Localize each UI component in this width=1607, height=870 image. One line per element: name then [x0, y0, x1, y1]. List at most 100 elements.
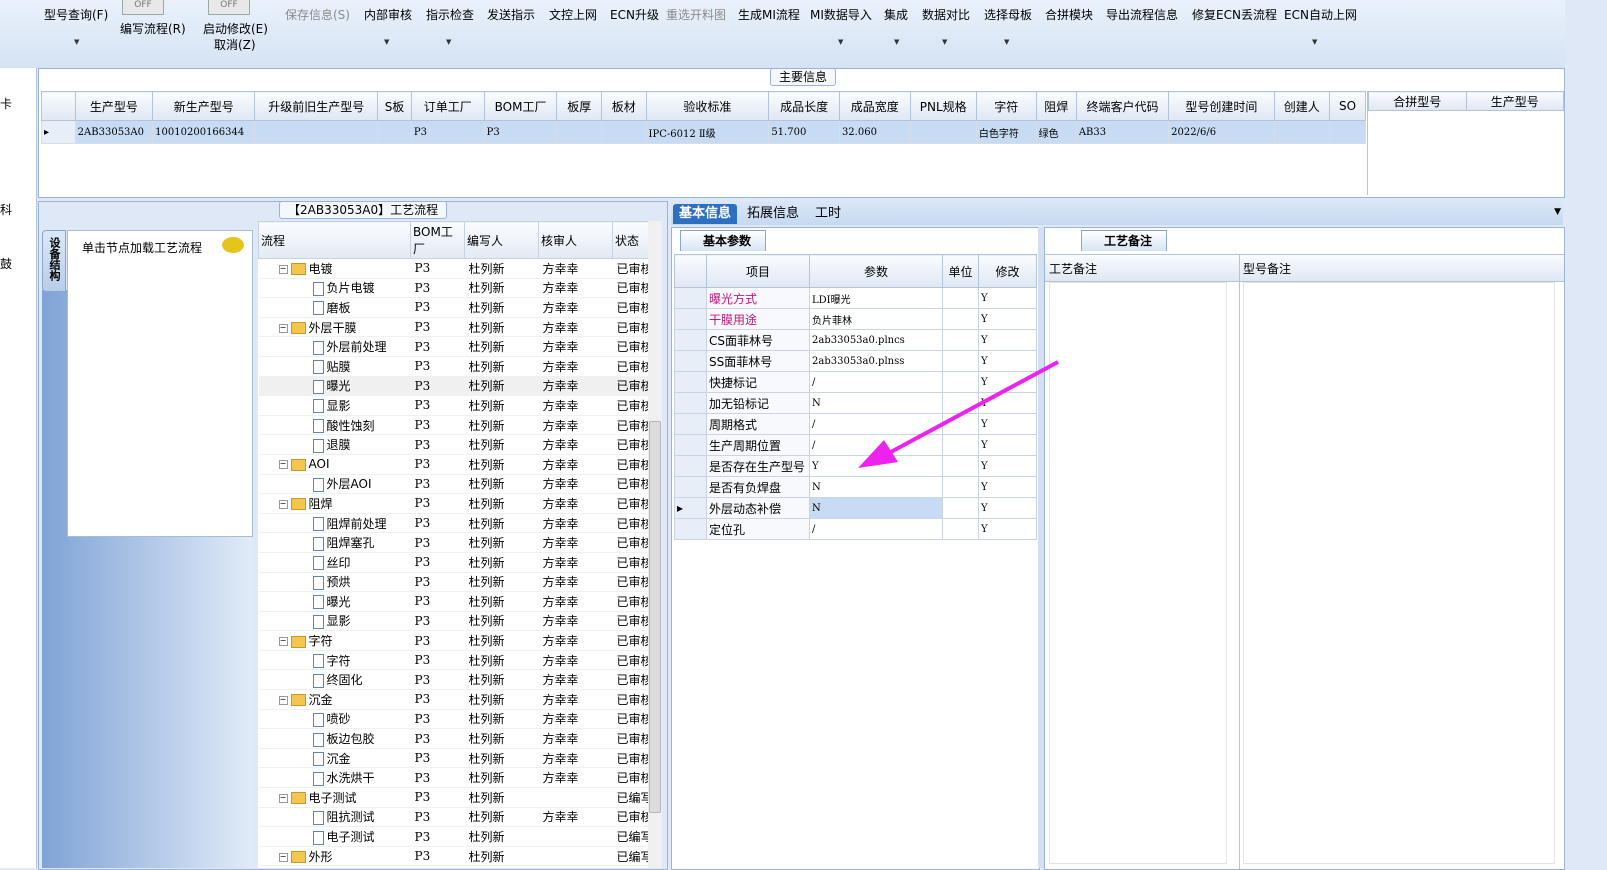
- model-note-textarea[interactable]: [1243, 282, 1555, 864]
- table-cell[interactable]: [1273, 120, 1330, 144]
- row-header[interactable]: [674, 455, 707, 477]
- table-cell[interactable]: 2AB33053A0: [74, 120, 154, 144]
- col-header-flow[interactable]: 流程: [258, 221, 411, 259]
- col-header-main[interactable]: SO: [1328, 91, 1367, 121]
- col-header-main[interactable]: 新生产型号: [152, 91, 256, 121]
- tab-work-hours[interactable]: 工时: [809, 204, 847, 224]
- process-tree-row[interactable]: − 外形 P3杜列新 已编写: [258, 846, 648, 867]
- process-tree-row[interactable]: 阻抗测试 P3杜列新方幸幸已审核: [258, 807, 648, 828]
- col-header-main[interactable]: PNL规格: [909, 91, 977, 121]
- toolbar-button-repair-ecn[interactable]: 修复ECN丢流程: [1192, 6, 1277, 23]
- process-tree-row[interactable]: 曝光 P3杜列新方幸幸已审核: [258, 376, 648, 397]
- col-header-model-note[interactable]: 型号备注: [1243, 260, 1291, 277]
- row-header[interactable]: [674, 413, 707, 435]
- toolbar-button-mi-import[interactable]: MI数据导入 ▼: [810, 6, 872, 46]
- process-tree-row[interactable]: 外层前处理 P3杜列新方幸幸已审核: [258, 336, 648, 357]
- left-nav-item[interactable]: 鼓: [0, 254, 34, 274]
- row-header[interactable]: [674, 308, 707, 330]
- col-header-main[interactable]: 升级前旧生产型号: [254, 91, 379, 121]
- col-header-main[interactable]: 生产型号: [74, 91, 154, 121]
- device-structure-tab[interactable]: 设备结构: [42, 230, 66, 292]
- col-header-param[interactable]: 参数: [809, 254, 943, 288]
- process-tree-row[interactable]: 预烘 P3杜列新方幸幸已审核: [258, 572, 648, 593]
- toggle-switch[interactable]: OFF: [208, 0, 250, 15]
- table-cell[interactable]: 32.060: [838, 120, 911, 144]
- process-tree-row[interactable]: − 电子测试 P3杜列新 已编写: [258, 787, 648, 808]
- tab-basic-info[interactable]: 基本信息: [673, 204, 738, 224]
- process-tree-row[interactable]: − AOI P3杜列新方幸幸已审核: [258, 454, 648, 475]
- toolbar-button-compare[interactable]: 数据对比 ▼: [922, 6, 970, 46]
- process-notes-tab[interactable]: 工艺备注: [1081, 230, 1168, 251]
- table-cell[interactable]: [377, 120, 412, 144]
- process-tree-row[interactable]: 电子测试 P3杜列新 已编写: [258, 826, 648, 847]
- col-header-process-note[interactable]: 工艺备注: [1049, 260, 1097, 277]
- toolbar-button-integrate[interactable]: 集成 ▼: [884, 6, 908, 46]
- process-tree-row[interactable]: 负片电镀 P3杜列新方幸幸已审核: [258, 278, 648, 299]
- row-header[interactable]: [674, 287, 707, 309]
- process-hint-box[interactable]: 单击节点加载工艺流程: [67, 230, 253, 537]
- table-cell[interactable]: P3: [410, 120, 485, 144]
- left-nav-item[interactable]: 卡: [0, 94, 34, 114]
- table-cell[interactable]: 白色字符: [975, 120, 1037, 144]
- collapse-icon[interactable]: −: [278, 499, 288, 509]
- process-tree-row[interactable]: 曝光 P3杜列新方幸幸已审核: [258, 591, 648, 612]
- collapse-icon[interactable]: −: [278, 637, 288, 647]
- process-tree-row[interactable]: 磨板 P3杜列新方幸幸已审核: [258, 297, 648, 318]
- toolbar-button-ecn-auto[interactable]: ECN自动上网 ▼: [1284, 6, 1357, 46]
- toolbar-button-merge[interactable]: 合拼模块: [1045, 6, 1093, 23]
- toolbar-button-reselect[interactable]: 重选开料图: [666, 6, 726, 23]
- col-header-main[interactable]: 成品长度: [768, 91, 840, 121]
- process-tree-row[interactable]: − 阻焊 P3杜列新方幸幸已审核: [258, 493, 648, 514]
- toolbar-button-internal-review[interactable]: 内部审核 ▼: [364, 6, 412, 46]
- col-header-main[interactable]: 阻焊: [1035, 91, 1077, 121]
- table-cell[interactable]: IPC-6012 Ⅱ级: [645, 120, 770, 144]
- col-header-main[interactable]: 验收标准: [645, 91, 770, 121]
- param-row[interactable]: 干膜用途 负片菲林 Y: [674, 308, 1037, 330]
- left-nav-item[interactable]: 科: [0, 200, 34, 220]
- collapse-icon[interactable]: −: [278, 264, 288, 274]
- table-cell[interactable]: [909, 120, 977, 144]
- tab-extended-info[interactable]: 拓展信息: [741, 204, 805, 224]
- param-value-cell[interactable]: 负片菲林: [809, 308, 943, 330]
- col-header-main[interactable]: 型号创建时间: [1168, 91, 1275, 121]
- col-header-main[interactable]: 成品宽度: [838, 91, 911, 121]
- collapse-icon[interactable]: −: [278, 695, 288, 705]
- table-cell[interactable]: AB33: [1075, 120, 1170, 144]
- toggle-switch[interactable]: OFF: [122, 0, 164, 15]
- table-cell[interactable]: 10010200166344: [152, 120, 256, 144]
- toolbar-button-cancel[interactable]: 取消(Z): [214, 36, 256, 53]
- col-header-reviewer[interactable]: 核审人: [538, 221, 613, 259]
- row-header[interactable]: [674, 476, 707, 498]
- param-row[interactable]: CS面菲林号 2ab33053a0.plncs Y: [674, 329, 1037, 351]
- col-header-item[interactable]: 项目: [706, 254, 810, 288]
- param-row[interactable]: 曝光方式 LDI曝光 Y: [674, 287, 1037, 309]
- col-header-main[interactable]: 板材: [600, 91, 647, 121]
- collapse-icon[interactable]: −: [278, 323, 288, 333]
- toolbar-button-ecn-upgrade[interactable]: ECN升级: [610, 6, 659, 23]
- basic-params-tab[interactable]: 基本参数: [680, 230, 767, 251]
- process-tree-row[interactable]: 酸性蚀刻 P3杜列新方幸幸已审核: [258, 415, 648, 436]
- process-tree-row[interactable]: 贴膜 P3杜列新方幸幸已审核: [258, 356, 648, 377]
- row-header[interactable]: [674, 350, 707, 372]
- col-header-main[interactable]: 板厚: [556, 91, 602, 121]
- row-header[interactable]: [674, 392, 707, 414]
- table-cell[interactable]: P3: [483, 120, 558, 144]
- row-header[interactable]: [674, 518, 707, 540]
- process-tree-row[interactable]: − 沉金 P3杜列新方幸幸已审核: [258, 689, 648, 710]
- col-header-merge-model[interactable]: 合拼型号: [1368, 91, 1467, 111]
- process-tree-row[interactable]: 退膜 P3杜列新方幸幸已审核: [258, 434, 648, 455]
- process-tree-row[interactable]: 显影 P3杜列新方幸幸已审核: [258, 395, 648, 416]
- col-header-main[interactable]: S板: [377, 91, 412, 121]
- toolbar-button-select-mother[interactable]: 选择母板 ▼: [984, 6, 1032, 46]
- toolbar-button-start-edit[interactable]: 启动修改(E): [203, 20, 268, 37]
- col-header-unit[interactable]: 单位: [942, 254, 979, 288]
- toolbar-button-write-flow[interactable]: 编写流程(R): [120, 20, 186, 37]
- param-value-cell[interactable]: 2ab33053a0.plncs: [809, 329, 943, 351]
- param-value-cell[interactable]: N: [809, 497, 943, 519]
- col-header-main[interactable]: 终端客户代码: [1075, 91, 1170, 121]
- table-cell[interactable]: [556, 120, 602, 144]
- process-tree-row[interactable]: − 字符 P3杜列新方幸幸已审核: [258, 630, 648, 651]
- col-header-prod-model[interactable]: 生产型号: [1465, 91, 1564, 111]
- table-cell[interactable]: [1328, 120, 1367, 144]
- toolbar-button-query[interactable]: 型号查询(F) ▼: [44, 6, 108, 46]
